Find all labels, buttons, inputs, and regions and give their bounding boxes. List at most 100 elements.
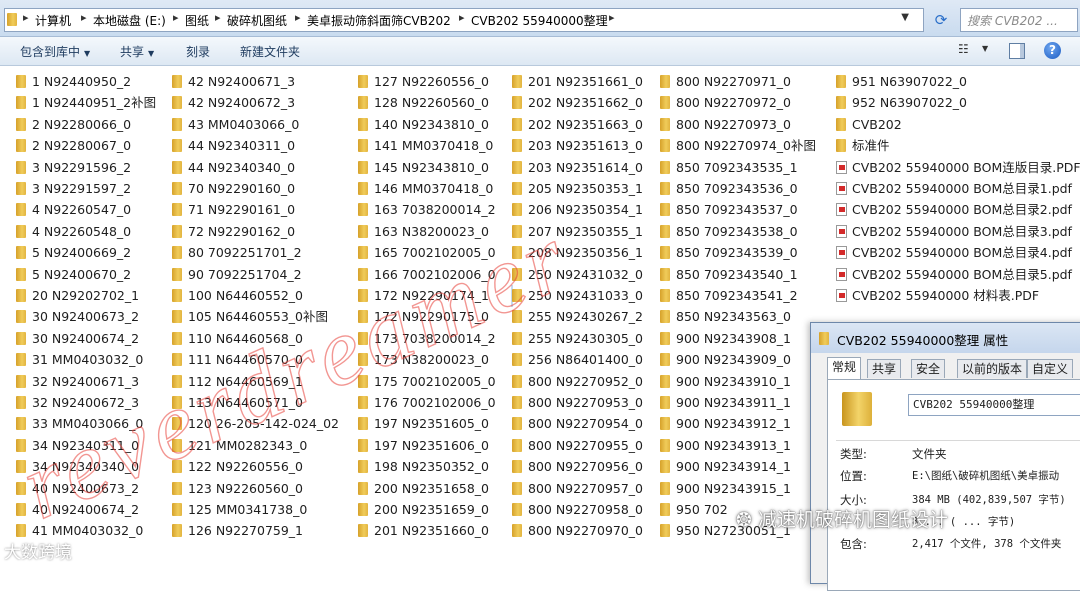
folder-icon bbox=[660, 353, 674, 367]
folder-icon bbox=[358, 374, 372, 388]
file-name: 标准件 bbox=[852, 138, 890, 154]
location-label: 位置: bbox=[840, 469, 867, 483]
include-in-library-label: 包含到库中 bbox=[20, 45, 81, 59]
pdf-icon bbox=[836, 182, 850, 195]
folder-icon bbox=[172, 96, 186, 110]
file-name: 112 N64460569_1 bbox=[188, 373, 304, 389]
chevron-down-icon[interactable]: ▼ bbox=[901, 12, 909, 23]
pdf-icon bbox=[836, 224, 850, 238]
file-name: 850 7092343537_0 bbox=[676, 202, 798, 218]
folder-icon bbox=[660, 524, 674, 538]
preview-pane-button[interactable] bbox=[1009, 43, 1025, 59]
folder-icon bbox=[358, 160, 372, 174]
tab-security[interactable]: 安全 bbox=[911, 359, 946, 378]
dialog-titlebar[interactable]: CVB202 55940000整理 属性 bbox=[811, 323, 1080, 353]
folder-icon bbox=[512, 417, 526, 431]
file-name: 125 MM0341738_0 bbox=[188, 502, 308, 517]
include-in-library-button[interactable]: 包含到库中 ▼ bbox=[20, 43, 90, 60]
tab-customize[interactable]: 自定义 bbox=[1027, 359, 1074, 378]
file-name: 208 N92350356_1 bbox=[528, 245, 644, 261]
file-name: 900 N92343914_1 bbox=[676, 459, 792, 475]
folder-icon bbox=[358, 417, 372, 431]
burn-button[interactable]: 刻录 bbox=[186, 43, 210, 60]
file-name: 30 N92400673_2 bbox=[32, 309, 140, 325]
folder-icon bbox=[172, 267, 186, 281]
new-folder-button[interactable]: 新建文件夹 bbox=[240, 43, 300, 60]
file-name: 80 7092251701_2 bbox=[188, 245, 302, 261]
file-name: 900 N92343913_1 bbox=[676, 437, 792, 453]
file-name: 250 N92431033_0 bbox=[528, 288, 644, 303]
folder-name-field[interactable]: CVB202 55940000整理 bbox=[908, 394, 1080, 416]
file-name: 4 N92260548_0 bbox=[32, 223, 132, 239]
breadcrumb-screen[interactable]: 美卓振动筛斜面筛CVB202 bbox=[307, 12, 451, 29]
file-name: CVB202 55940000 BOM总目录4.pdf bbox=[852, 245, 1072, 261]
chevron-right-icon[interactable]: ▸ bbox=[173, 11, 179, 24]
file-name: 5 N92400670_2 bbox=[32, 266, 132, 282]
breadcrumb-crusher[interactable]: 破碎机图纸 bbox=[227, 12, 287, 29]
file-name: 20 N29202702_1 bbox=[32, 288, 140, 303]
tab-general[interactable]: 常规 bbox=[827, 357, 862, 379]
folder-icon bbox=[172, 374, 186, 388]
search-input[interactable]: 搜索 CVB202 ... bbox=[960, 8, 1078, 32]
file-name: 123 N92260560_0 bbox=[188, 480, 304, 496]
folder-icon bbox=[16, 267, 30, 281]
view-options-button[interactable]: ☷ ▼ bbox=[956, 41, 994, 61]
tab-sharing[interactable]: 共享 bbox=[867, 359, 902, 378]
file-name: 850 7092343535_1 bbox=[676, 159, 798, 175]
folder-icon bbox=[172, 481, 186, 495]
chevron-right-icon[interactable]: ▸ bbox=[459, 11, 465, 24]
help-button[interactable]: ? bbox=[1044, 42, 1061, 59]
folder-icon bbox=[660, 503, 674, 516]
file-name: 173 7038200014_2 bbox=[374, 330, 496, 346]
file-name: 127 N92260556_0 bbox=[374, 74, 490, 89]
file-name: 850 7092343536_0 bbox=[676, 181, 798, 196]
folder-icon bbox=[512, 374, 526, 388]
chevron-right-icon[interactable]: ▸ bbox=[81, 11, 87, 24]
folder-icon bbox=[172, 75, 186, 88]
folder-icon bbox=[660, 117, 674, 131]
folder-icon bbox=[16, 353, 30, 367]
folder-icon bbox=[172, 117, 186, 131]
file-name: 850 7092343541_2 bbox=[676, 288, 798, 303]
chevron-right-icon[interactable]: ▸ bbox=[295, 11, 301, 24]
folder-icon bbox=[358, 481, 372, 495]
logo-text: 减速机破碎机图纸设计 bbox=[757, 509, 948, 531]
file-name: 800 N92270970_0 bbox=[528, 523, 644, 539]
search-placeholder: 搜索 CVB202 ... bbox=[967, 14, 1058, 28]
file-name: 163 N38200023_0 bbox=[374, 223, 490, 239]
file-name: 2 N92280066_0 bbox=[32, 116, 132, 132]
file-name: 206 N92350354_1 bbox=[528, 202, 644, 218]
chevron-right-icon[interactable]: ▸ bbox=[609, 11, 615, 24]
file-name: 900 N92343909_0 bbox=[676, 352, 792, 368]
folder-icon bbox=[836, 96, 850, 110]
file-name: CVB202 55940000 BOM连版目录.PDF bbox=[852, 159, 1080, 175]
folder-icon bbox=[358, 75, 372, 88]
folder-icon bbox=[660, 267, 674, 281]
folder-icon bbox=[358, 396, 372, 409]
folder-icon bbox=[172, 503, 186, 516]
folder-icon bbox=[172, 396, 186, 409]
folder-icon bbox=[16, 224, 30, 238]
refresh-button[interactable]: ⟳ bbox=[928, 9, 954, 31]
chevron-right-icon[interactable]: ▸ bbox=[23, 11, 29, 24]
pdf-icon bbox=[836, 160, 850, 174]
chevron-right-icon[interactable]: ▸ bbox=[215, 11, 221, 24]
share-button[interactable]: 共享 ▼ bbox=[120, 43, 154, 60]
folder-icon bbox=[660, 96, 674, 110]
folder-icon bbox=[836, 75, 850, 88]
folder-icon bbox=[16, 417, 30, 431]
breadcrumb-computer[interactable]: 计算机 bbox=[35, 12, 71, 29]
file-name: 850 N92343563_0 bbox=[676, 309, 792, 325]
dialog-title: CVB202 55940000整理 属性 bbox=[837, 333, 1009, 348]
tab-previous-versions[interactable]: 以前的版本 bbox=[957, 359, 1028, 378]
file-name: 5 N92400669_2 bbox=[32, 245, 132, 261]
breadcrumb-drawings[interactable]: 图纸 bbox=[185, 12, 209, 29]
address-field[interactable]: ▸ 计算机 ▸ 本地磁盘 (E:) ▸ 图纸 ▸ 破碎机图纸 ▸ 美卓振动筛斜面… bbox=[4, 8, 924, 32]
breadcrumb-current[interactable]: CVB202 55940000整理 bbox=[471, 12, 608, 29]
location-value: E:\图纸\破碎机图纸\美卓振动 bbox=[912, 470, 1060, 482]
folder-icon bbox=[172, 139, 186, 153]
breadcrumb-drive[interactable]: 本地磁盘 (E:) bbox=[93, 12, 166, 29]
folder-icon bbox=[172, 417, 186, 431]
folder-icon bbox=[512, 267, 526, 281]
file-name: 70 N92290160_0 bbox=[188, 181, 296, 196]
